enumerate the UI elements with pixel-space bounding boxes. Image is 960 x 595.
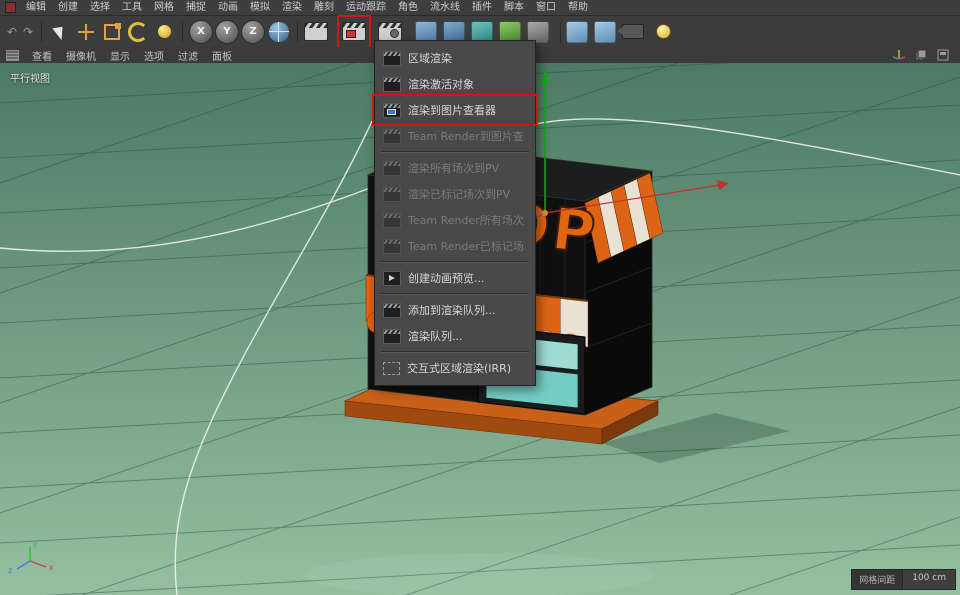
z-axis-lock-button[interactable]: Z [241,19,265,44]
light-icon[interactable] [650,19,676,45]
menu-item-render-all-takes-pv[interactable]: 渲染所有场次到PV [375,155,535,181]
menu-item-render-queue[interactable]: 渲染队列... [375,323,535,349]
menu-window[interactable]: 窗口 [530,1,562,15]
app-logo-icon [5,2,16,13]
menu-item-render-to-picture-viewer[interactable]: 渲染到图片查看器 [372,94,538,126]
viewport-maximize-icon[interactable] [936,49,950,61]
menu-item-teamrender-marked-takes-pv[interactable]: Team Render已标记场次到PV [375,233,535,259]
clapper-picture-icon [383,102,401,118]
view-label: 平行视图 [10,74,50,85]
play-preview-icon [383,270,401,286]
menu-separator [381,261,529,263]
menu-separator [381,351,529,353]
viewport-menu-display[interactable]: 显示 [103,48,137,63]
viewport-menu-icon[interactable] [6,49,19,61]
menu-plugins[interactable]: 插件 [466,1,498,15]
clapper-icon [383,212,401,228]
toolbar-separator [560,20,561,43]
menu-mesh[interactable]: 网格 [148,1,180,15]
viewport-menu-panel[interactable]: 面板 [205,48,239,63]
viewport-axis-gizmo-icon[interactable] [892,49,906,61]
clapper-icon [383,186,401,202]
menu-sculpt[interactable]: 雕刻 [308,1,340,15]
undo-icon[interactable]: ↶ [4,21,20,43]
menu-animate[interactable]: 动画 [212,1,244,15]
redo-icon[interactable]: ↷ [20,21,36,43]
clapper-icon [383,328,401,344]
menu-snap[interactable]: 捕捉 [180,1,212,15]
toolbar-separator [41,20,42,43]
menu-item-render-active-object[interactable]: 渲染激活对象 [375,71,535,97]
clapper-icon [383,76,401,92]
floor-icon[interactable] [594,20,616,43]
coordinate-system-icon[interactable] [266,19,292,45]
grid-spacing-value: 100 cm [902,570,955,589]
rotate-tool-icon[interactable] [125,19,151,45]
menu-edit[interactable]: 编辑 [20,1,52,15]
viewport-menu-cameras[interactable]: 摄像机 [59,48,103,63]
svg-text:y: y [33,540,38,549]
last-tool-icon[interactable] [151,19,177,45]
irr-frame-icon [383,361,400,375]
menu-select[interactable]: 选择 [84,1,116,15]
viewport-menu-view[interactable]: 查看 [25,48,59,63]
scale-tool-icon[interactable] [99,19,125,45]
clapper-icon [383,302,401,318]
render-dropdown-menu: 区域渲染 渲染激活对象 渲染到图片查看器 Team Render到图片查看器 渲… [372,40,538,386]
world-axis-indicator: y x z [8,540,54,575]
menu-character[interactable]: 角色 [392,1,424,15]
render-to-picture-viewer-icon[interactable] [337,14,371,49]
grid-spacing-status: 网格间距 100 cm [851,569,956,590]
menu-item-teamrender-all-takes-pv[interactable]: Team Render所有场次到PV [375,207,535,233]
render-view-icon[interactable] [303,19,329,45]
main-menu-bar: 编辑 创建 选择 工具 网格 捕捉 动画 模拟 渲染 雕刻 运动跟踪 角色 流水… [0,0,960,16]
menu-script[interactable]: 脚本 [498,1,530,15]
watermark [305,553,655,595]
svg-text:z: z [8,566,12,575]
viewport-cube-icon[interactable] [914,49,928,61]
clapper-icon [383,160,401,176]
camera-icon[interactable] [617,24,644,39]
x-axis-lock-button[interactable]: X [189,19,213,44]
grid-spacing-label: 网格间距 [859,576,896,586]
viewport-menu-filter[interactable]: 过滤 [171,48,205,63]
menu-separator [381,151,529,153]
viewport-corner-controls [892,49,960,61]
menu-create[interactable]: 创建 [52,1,84,15]
menu-simulate[interactable]: 模拟 [244,1,276,15]
menu-help[interactable]: 帮助 [562,1,594,15]
clapper-icon [383,238,401,254]
environment-icon[interactable] [566,20,588,43]
select-tool-icon[interactable] [47,19,73,45]
menu-item-teamrender-to-picture-viewer[interactable]: Team Render到图片查看器 [375,123,535,149]
toolbar-separator [182,20,183,43]
menu-pipeline[interactable]: 流水线 [424,1,466,15]
menu-separator [381,293,529,295]
menu-render[interactable]: 渲染 [276,1,308,15]
clapper-icon [383,50,401,66]
move-tool-icon[interactable] [73,19,99,45]
menu-motion-tracker[interactable]: 运动跟踪 [340,1,392,15]
menu-tools[interactable]: 工具 [116,1,148,15]
toolbar-separator [297,20,298,43]
y-axis-lock-button[interactable]: Y [215,19,239,44]
menu-item-make-preview[interactable]: 创建动画预览... [375,265,535,291]
menu-item-render-marked-takes-pv[interactable]: 渲染已标记场次到PV [375,181,535,207]
menu-item-region-render[interactable]: 区域渲染 [375,45,535,71]
viewport-menu-options[interactable]: 选项 [137,48,171,63]
clapper-icon [383,128,401,144]
menu-item-interactive-region-render[interactable]: 交互式区域渲染(IRR) [375,355,535,381]
svg-text:x: x [49,563,54,572]
application-window: 编辑 创建 选择 工具 网格 捕捉 动画 模拟 渲染 雕刻 运动跟踪 角色 流水… [0,0,960,595]
menu-item-add-to-render-queue[interactable]: 添加到渲染队列... [375,297,535,323]
